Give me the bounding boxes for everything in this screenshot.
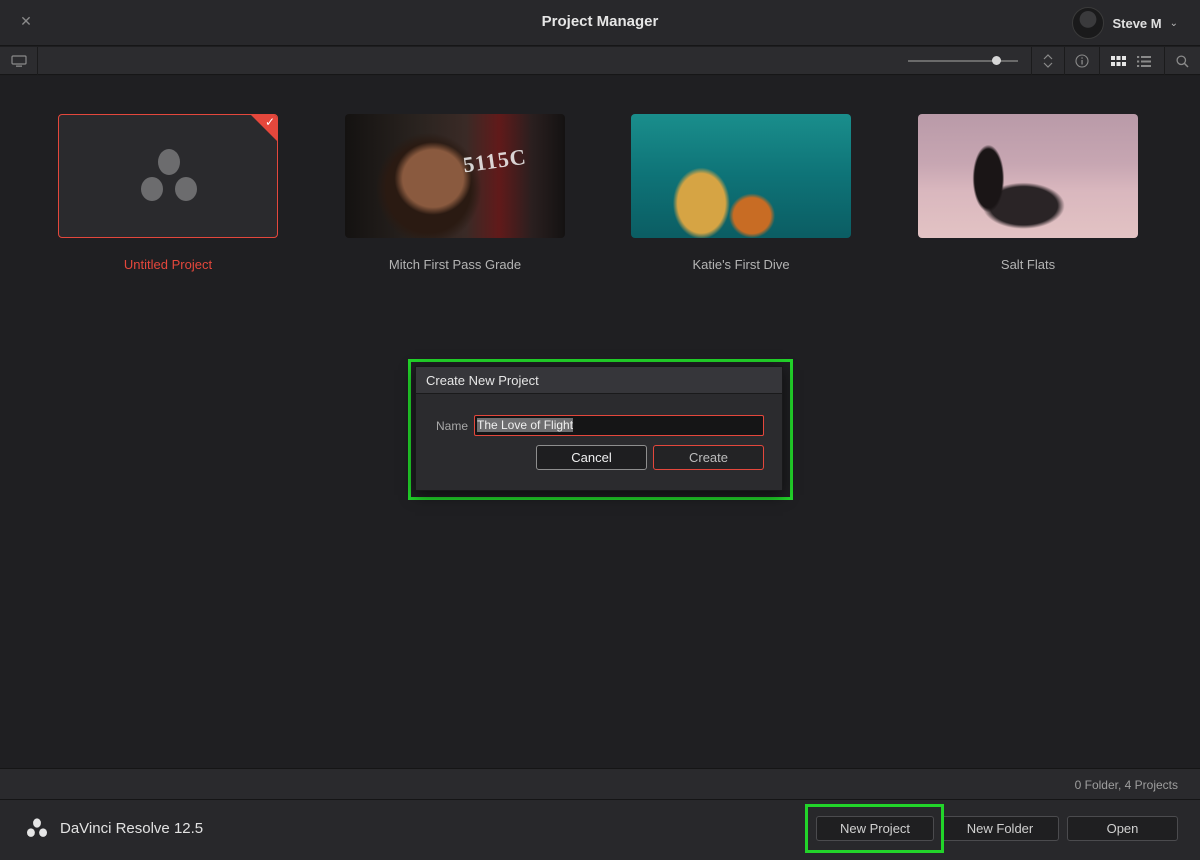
resolve-logo-icon <box>141 149 197 201</box>
name-label: Name <box>436 418 469 433</box>
name-row: Name The Love of Flight <box>436 415 764 436</box>
status-bar: 0 Folder, 4 Projects <box>0 768 1200 800</box>
new-folder-button[interactable]: New Folder <box>941 816 1059 841</box>
search-icon[interactable] <box>1165 47 1200 75</box>
project-card-mitch[interactable]: 5115C Mitch First Pass Grade <box>345 114 565 272</box>
app-name: DaVinci Resolve 12.5 <box>60 819 204 837</box>
window-title: Project Manager <box>541 13 659 30</box>
user-menu[interactable]: Steve M ⌄ <box>1072 6 1178 40</box>
project-name[interactable]: Salt Flats <box>918 257 1138 272</box>
new-project-highlight-frame <box>805 804 944 853</box>
project-thumbnail[interactable]: 5115C <box>345 114 565 238</box>
zoom-slider-handle[interactable] <box>991 56 1001 65</box>
avatar[interactable] <box>1072 7 1105 39</box>
grid-view-icon[interactable] <box>1105 47 1131 75</box>
project-thumbnail[interactable] <box>631 114 851 238</box>
user-name[interactable]: Steve M <box>1112 16 1161 31</box>
project-count: 0 Folder, 4 Projects <box>1074 778 1178 792</box>
resolve-logo-icon <box>27 818 47 837</box>
list-view-icon[interactable] <box>1131 47 1157 75</box>
project-name[interactable]: Katie's First Dive <box>631 257 851 272</box>
thumbnail-overlay-text: 5115C <box>461 143 529 178</box>
cancel-button[interactable]: Cancel <box>536 445 647 470</box>
title-bar: ✕ Project Manager Steve M ⌄ <box>0 0 1200 46</box>
create-button[interactable]: Create <box>653 445 764 470</box>
dialog-title: Create New Project <box>416 367 782 394</box>
chevron-down-icon[interactable]: ⌄ <box>1170 18 1178 29</box>
checkmark-icon: ✓ <box>264 115 275 129</box>
project-name[interactable]: Untitled Project <box>58 257 278 272</box>
create-project-dialog: Create New Project Name The Love of Flig… <box>415 366 783 491</box>
project-card-salt-flats[interactable]: Salt Flats <box>918 114 1138 272</box>
sort-icon[interactable] <box>1032 47 1064 75</box>
project-card-katie[interactable]: Katie's First Dive <box>631 114 851 272</box>
zoom-slider[interactable] <box>908 60 1018 62</box>
toolbar-divider <box>1099 47 1100 75</box>
toolbar <box>0 47 1200 75</box>
project-card-untitled[interactable]: ✓ Untitled Project <box>58 114 278 272</box>
project-name[interactable]: Mitch First Pass Grade <box>345 257 565 272</box>
project-name-value[interactable]: The Love of Flight <box>477 418 574 432</box>
project-thumbnail[interactable] <box>918 114 1138 238</box>
project-name-input[interactable]: The Love of Flight <box>474 415 764 436</box>
info-icon[interactable] <box>1065 47 1099 75</box>
monitor-icon[interactable] <box>0 47 38 75</box>
project-thumbnail[interactable]: ✓ <box>58 114 278 238</box>
brand: DaVinci Resolve 12.5 <box>26 818 203 838</box>
footer-bar: DaVinci Resolve 12.5 New Project New Fol… <box>0 800 1200 860</box>
open-button[interactable]: Open <box>1067 816 1178 841</box>
